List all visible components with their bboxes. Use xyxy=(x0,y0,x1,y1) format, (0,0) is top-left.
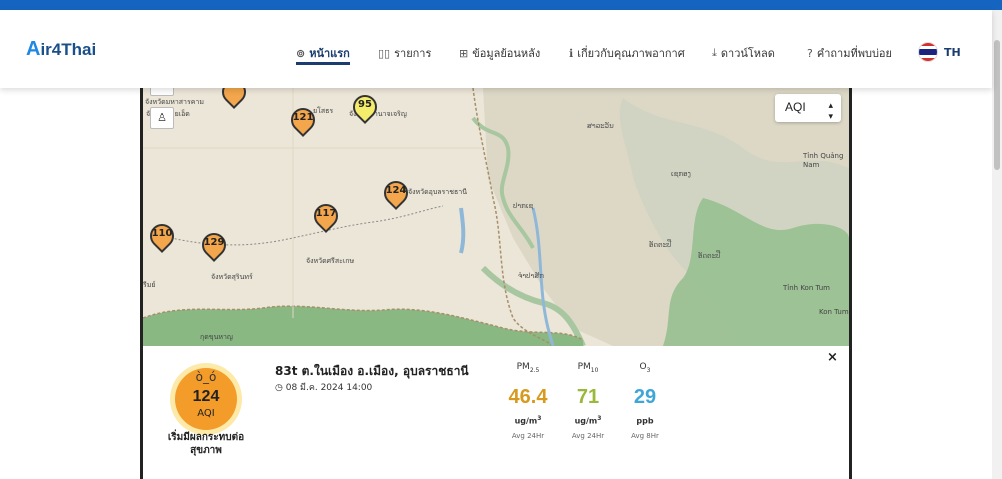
pollutant-avg: Avg 24Hr xyxy=(511,431,545,440)
map-layer-select[interactable]: AQI ▴ ▾ xyxy=(775,94,841,122)
map-label-surin: จังหวัดสุรินทร์ xyxy=(211,273,253,281)
map-label-attapeu: ອັດຕະປື xyxy=(649,241,672,249)
map-label-ubon: จังหวัดอุบลราชธานี xyxy=(408,188,467,196)
map-label-pakse: ປາກເຊ xyxy=(513,202,534,210)
aqi-badge: ò_ó 124 AQI xyxy=(175,368,237,430)
map-label-kontum: Kon Tum xyxy=(819,308,849,316)
pollutant-unit: ppb xyxy=(636,416,654,426)
aqi-marker[interactable]: 124 xyxy=(379,176,413,211)
language-label: TH xyxy=(944,45,961,59)
station-datetime: ◷ 08 มี.ค. 2024 14:00 xyxy=(275,383,373,393)
sad-face-icon: ò_ó xyxy=(195,370,217,384)
map-label-sisaket: จังหวัดศรีสะเกษ xyxy=(306,257,355,265)
marker-pin-icon xyxy=(217,88,251,109)
nav-download[interactable]: ⤓ ดาวน์โหลด xyxy=(712,44,775,62)
map-label-kontum-province: Tỉnh Kon Tum xyxy=(783,284,830,292)
map-layer-select-value: AQI xyxy=(785,100,806,114)
map-locate-button[interactable]: ♙ xyxy=(150,107,174,129)
aqi-marker[interactable]: 95 xyxy=(348,90,382,125)
clock-icon: ◷ xyxy=(275,383,283,393)
pollutant-unit: ug/m3 xyxy=(514,415,542,426)
aqi-marker[interactable]: 110 xyxy=(145,219,179,254)
pollutant-pm25: PM2.5 46.4 ug/m3 Avg 24Hr xyxy=(498,362,558,440)
air4thai-logo[interactable]: Air4Thai xyxy=(26,38,96,61)
nav-home-label: หน้าแรก xyxy=(309,47,350,60)
station-detail-panel xyxy=(143,346,849,479)
pollutant-name: PM2.5 xyxy=(516,362,540,374)
pollutant-name: O3 xyxy=(639,362,651,374)
pollutant-value: 46.4 xyxy=(508,386,548,408)
page-scrollbar-thumb[interactable] xyxy=(994,40,1000,170)
select-caret-icon: ▴ ▾ xyxy=(828,100,833,121)
aqi-level-text: เริ่มมีผลกระทบต่อสุขภาพ xyxy=(167,432,245,456)
aqi-marker[interactable]: 117 xyxy=(309,199,343,234)
pollutant-value: 71 xyxy=(576,386,600,408)
thai-flag-icon xyxy=(918,42,938,62)
close-icon[interactable]: × xyxy=(827,350,838,365)
map-terrain xyxy=(143,88,849,346)
aqi-label: AQI xyxy=(197,408,215,419)
nav-faq-label: คำถามที่พบบ่อย xyxy=(816,47,892,60)
pollutant-unit: ug/m3 xyxy=(574,415,602,426)
map-label-champasak: ຈຳປາສັກ xyxy=(518,272,544,280)
info-icon: ℹ xyxy=(569,46,574,60)
nav-download-label: ดาวน์โหลด xyxy=(720,47,775,60)
nav-home[interactable]: ⊚ หน้าแรก xyxy=(296,44,350,65)
person-icon: ♙ xyxy=(157,111,167,124)
pollutant-name: PM10 xyxy=(577,362,599,374)
pollutant-avg: Avg 24Hr xyxy=(571,431,605,440)
pollutant-avg: Avg 8Hr xyxy=(631,431,659,440)
site-header: Air4Thai ⊚ หน้าแรก ▯▯ รายการ ⊞ ข้อมูลย้อ… xyxy=(0,10,992,88)
map-label-xekong: ເຊກອງ xyxy=(671,170,691,178)
aqi-value: 124 xyxy=(192,388,220,405)
top-accent-bar xyxy=(0,0,1002,10)
map-label-yasothon: ยโสธร xyxy=(313,107,334,115)
list-icon: ▯▯ xyxy=(378,46,391,60)
question-icon: ? xyxy=(807,46,813,60)
language-switch[interactable]: TH xyxy=(918,42,961,62)
download-icon: ⤓ xyxy=(712,46,717,59)
map-label-buriram: รีมย์ xyxy=(143,281,156,289)
nav-history-label: ข้อมูลย้อนหลัง xyxy=(472,47,541,60)
table-icon: ⊞ xyxy=(459,46,469,60)
nav-list-label: รายการ xyxy=(394,47,432,60)
air-quality-map[interactable]: จังหวัดมหาสารคาม จังหวัดร้อยเอ็ด ยโสธร จ… xyxy=(143,88,849,346)
station-name: 83t ต.ในเมือง อ.เมือง, อุบลราชธานี xyxy=(275,364,469,378)
nav-about[interactable]: ℹ เกี่ยวกับคุณภาพอากาศ xyxy=(569,44,685,62)
map-label-quangnam: Tỉnh Quảng Nam xyxy=(803,152,844,169)
map-label-attapeu-town: ອັດຕະປື xyxy=(698,252,721,260)
nav-history[interactable]: ⊞ ข้อมูลย้อนหลัง xyxy=(459,44,540,62)
map-label-kukhan: กุดขุนหาญ xyxy=(200,333,233,341)
nav-list[interactable]: ▯▯ รายการ xyxy=(378,44,431,62)
map-marker-icon: ⊚ xyxy=(296,46,306,60)
pollutant-value: 29 xyxy=(633,386,657,408)
aqi-marker-partial[interactable] xyxy=(217,88,251,110)
map-label-salavan: ສາລະວັນ xyxy=(587,122,614,130)
nav-faq[interactable]: ? คำถามที่พบบ่อย xyxy=(807,44,892,62)
aqi-marker[interactable]: 121 xyxy=(286,103,320,138)
pollutant-o3: O3 29 ppb Avg 8Hr xyxy=(615,362,675,440)
aqi-marker[interactable]: 129 xyxy=(197,228,231,263)
nav-about-label: เกี่ยวกับคุณภาพอากาศ xyxy=(577,47,685,60)
pollutant-pm10: PM10 71 ug/m3 Avg 24Hr xyxy=(558,362,618,440)
